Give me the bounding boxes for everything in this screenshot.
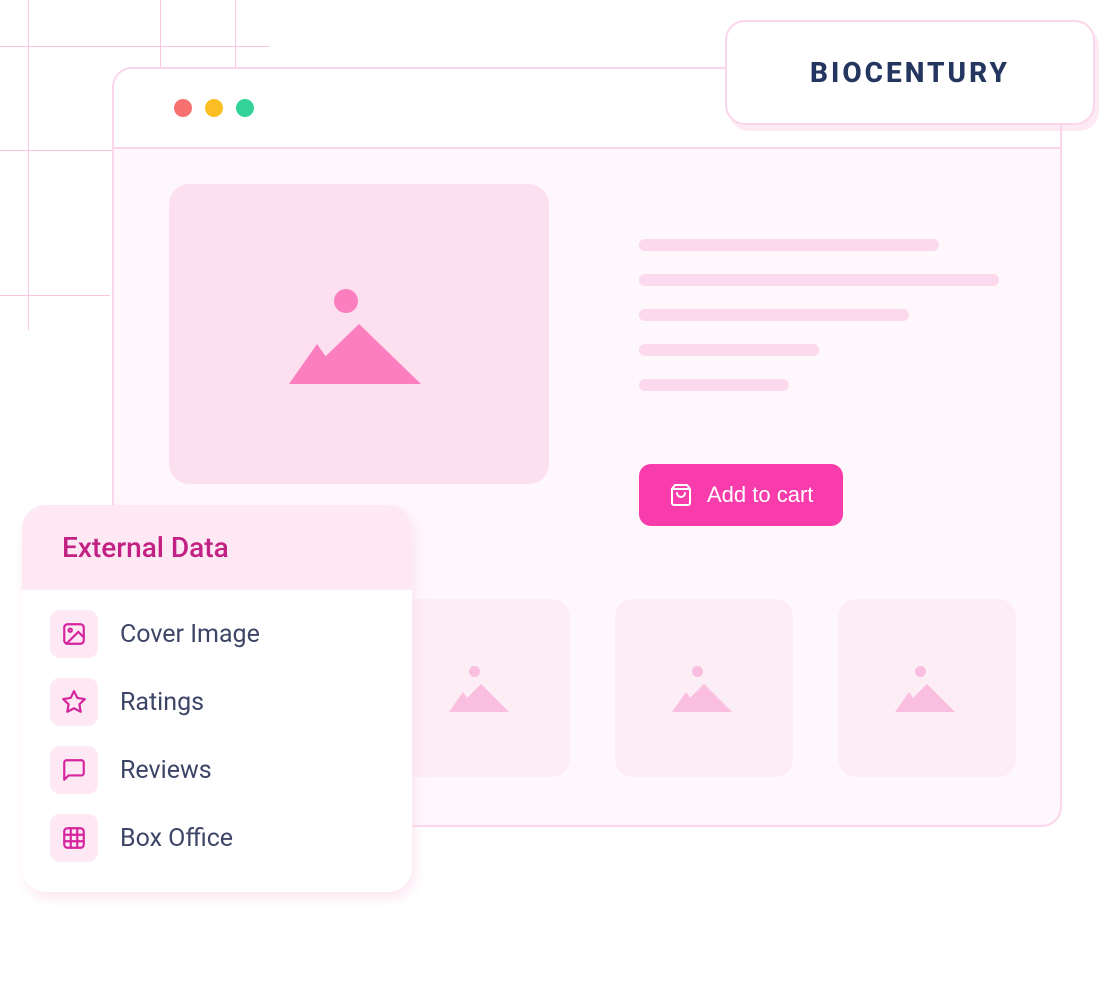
message-icon xyxy=(50,746,98,794)
shopping-bag-icon xyxy=(669,483,693,507)
image-icon xyxy=(294,284,424,384)
external-data-panel: External Data Cover Image Ratings xyxy=(22,505,412,892)
hero-image-placeholder xyxy=(169,184,549,484)
image-icon xyxy=(897,664,957,712)
badge-text: BIOCENTURY xyxy=(810,56,1010,89)
skeleton-line xyxy=(639,309,909,321)
panel-item-label: Reviews xyxy=(120,756,212,785)
panel-item-box-office[interactable]: Box Office xyxy=(50,814,384,862)
skeleton-line xyxy=(639,379,789,391)
panel-title: External Data xyxy=(22,505,412,590)
maximize-icon[interactable] xyxy=(236,99,254,117)
panel-body: Cover Image Ratings Reviews xyxy=(22,590,412,892)
thumbnail-image[interactable] xyxy=(615,599,793,777)
grid-icon xyxy=(50,814,98,862)
close-icon[interactable] xyxy=(174,99,192,117)
panel-item-label: Box Office xyxy=(120,824,233,853)
add-to-cart-button[interactable]: Add to cart xyxy=(639,464,843,526)
skeleton-line xyxy=(639,239,939,251)
description-skeleton xyxy=(639,239,999,391)
panel-item-label: Ratings xyxy=(120,688,204,717)
skeleton-line xyxy=(639,344,819,356)
image-icon xyxy=(50,610,98,658)
panel-item-reviews[interactable]: Reviews xyxy=(50,746,384,794)
thumbnail-image[interactable] xyxy=(392,599,570,777)
biocentury-badge: BIOCENTURY xyxy=(725,20,1095,125)
minimize-icon[interactable] xyxy=(205,99,223,117)
panel-item-label: Cover Image xyxy=(120,620,260,649)
skeleton-line xyxy=(639,274,999,286)
star-icon xyxy=(50,678,98,726)
image-icon xyxy=(451,664,511,712)
panel-item-cover-image[interactable]: Cover Image xyxy=(50,610,384,658)
thumbnail-image[interactable] xyxy=(838,599,1016,777)
add-to-cart-label: Add to cart xyxy=(707,482,813,508)
image-icon xyxy=(674,664,734,712)
panel-item-ratings[interactable]: Ratings xyxy=(50,678,384,726)
